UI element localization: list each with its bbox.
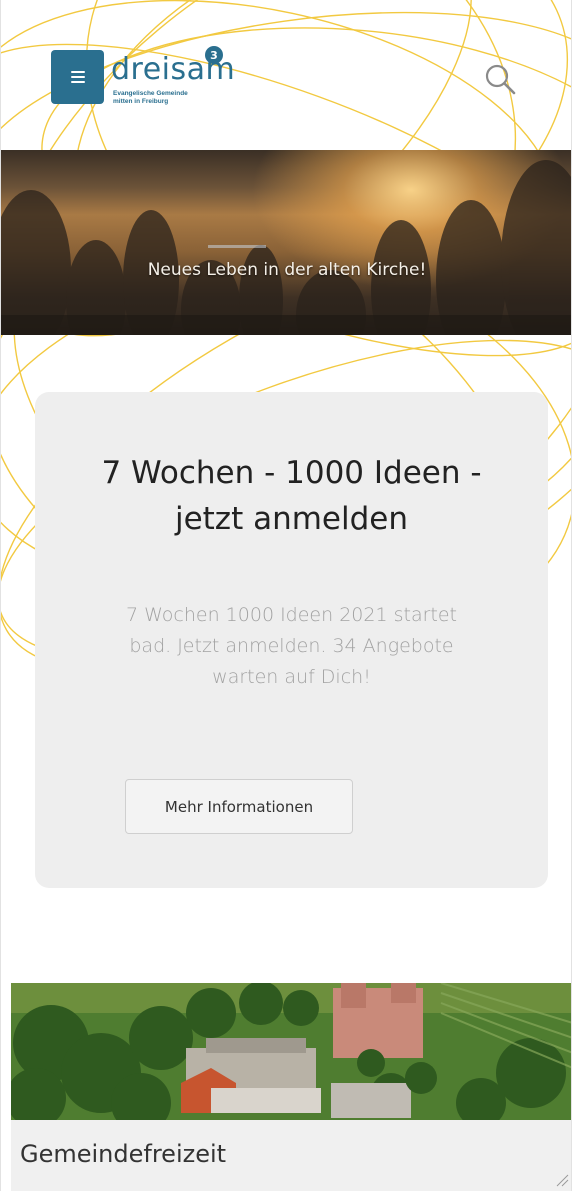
more-info-button[interactable]: Mehr Informationen (125, 779, 353, 834)
teaser-image[interactable] (11, 983, 571, 1120)
teaser-label: Gemeindefreizeit (11, 1120, 571, 1191)
menu-button[interactable] (51, 50, 104, 104)
search-icon (485, 64, 516, 95)
page: dreisam 3 Evangelische Gemeinde mitten i… (0, 0, 572, 1191)
card-title: 7 Wochen - 1000 Ideen - jetzt anmelden (101, 455, 482, 537)
logo-tagline: Evangelische Gemeinde mitten in Freiburg (113, 90, 188, 105)
gemeindefreizeit-teaser[interactable]: Gemeindefreizeit (11, 983, 571, 1191)
hero-banner[interactable]: Neues Leben in der alten Kirche! (1, 150, 571, 335)
teaser-title: Gemeindefreizeit (20, 1140, 227, 1168)
search-button[interactable] (483, 62, 517, 96)
hamburger-icon (70, 71, 85, 83)
teaser-card: 7 Wochen - 1000 Ideen - jetzt anmelden 7… (35, 392, 548, 888)
logo-badge: 3 (205, 46, 223, 64)
resize-grip-icon (556, 1174, 569, 1187)
crowd-silhouettes (1, 160, 571, 335)
slider-indicator[interactable] (208, 245, 266, 248)
site-logo[interactable]: dreisam 3 Evangelische Gemeinde mitten i… (111, 44, 235, 114)
card-text: 7 Wochen 1000 Ideen 2021 startet bad. Je… (126, 604, 457, 688)
hero-caption: Neues Leben in der alten Kirche! (147, 260, 427, 280)
